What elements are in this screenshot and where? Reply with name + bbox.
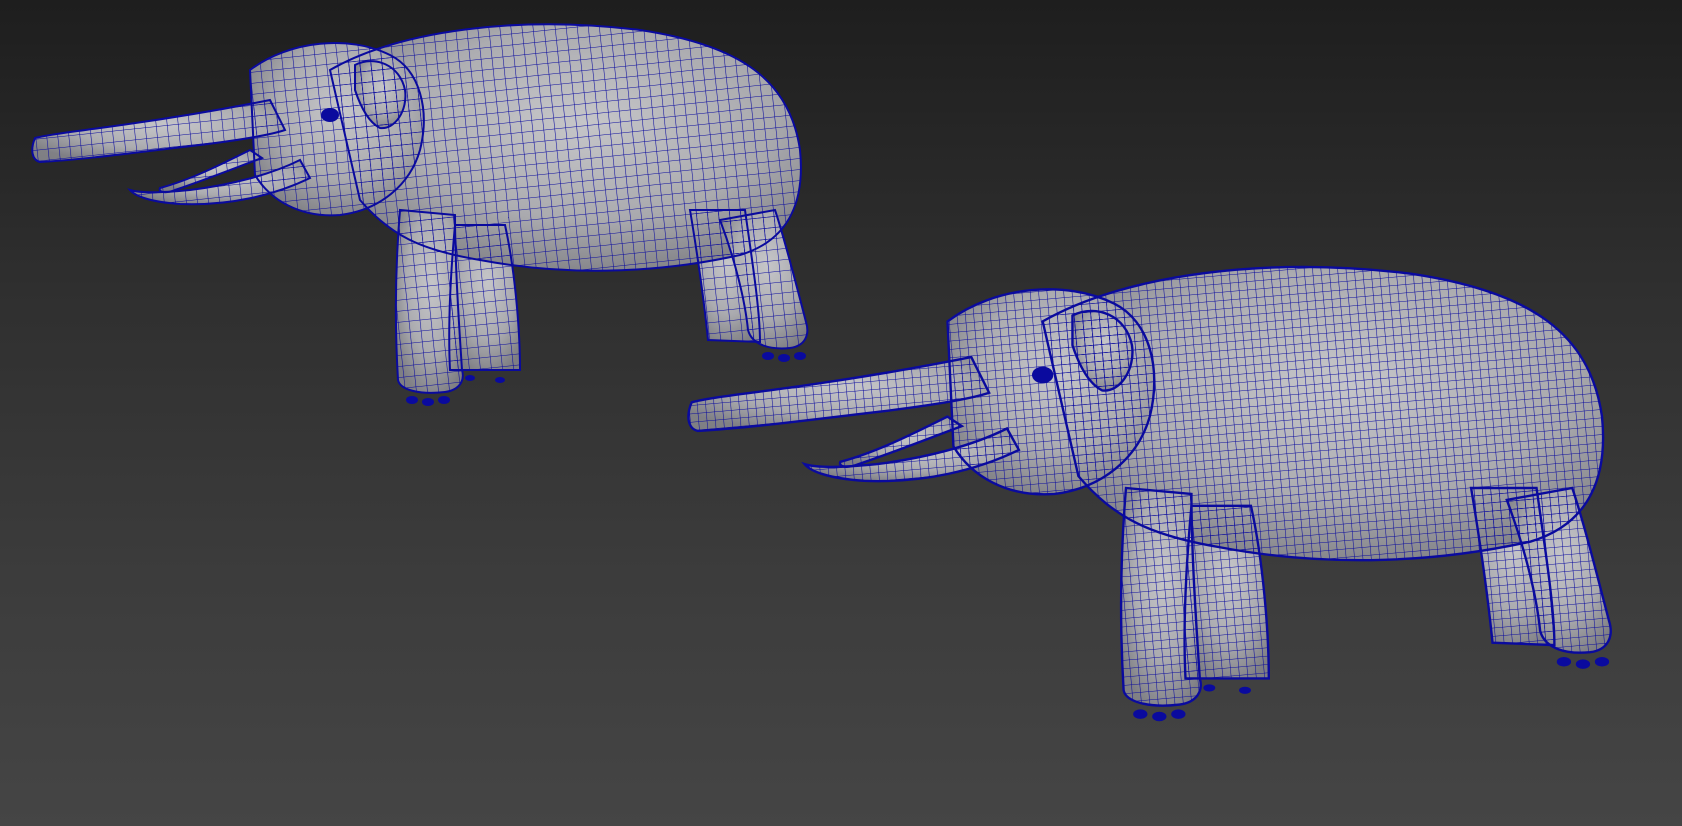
- high-poly-model[interactable]: [687, 265, 1612, 722]
- low-poly-model[interactable]: [31, 23, 809, 406]
- eye-marker: [321, 108, 339, 122]
- 3d-viewport[interactable]: [0, 0, 1682, 826]
- eye-marker: [1031, 366, 1054, 384]
- viewport-canvas: [31, 23, 1612, 722]
